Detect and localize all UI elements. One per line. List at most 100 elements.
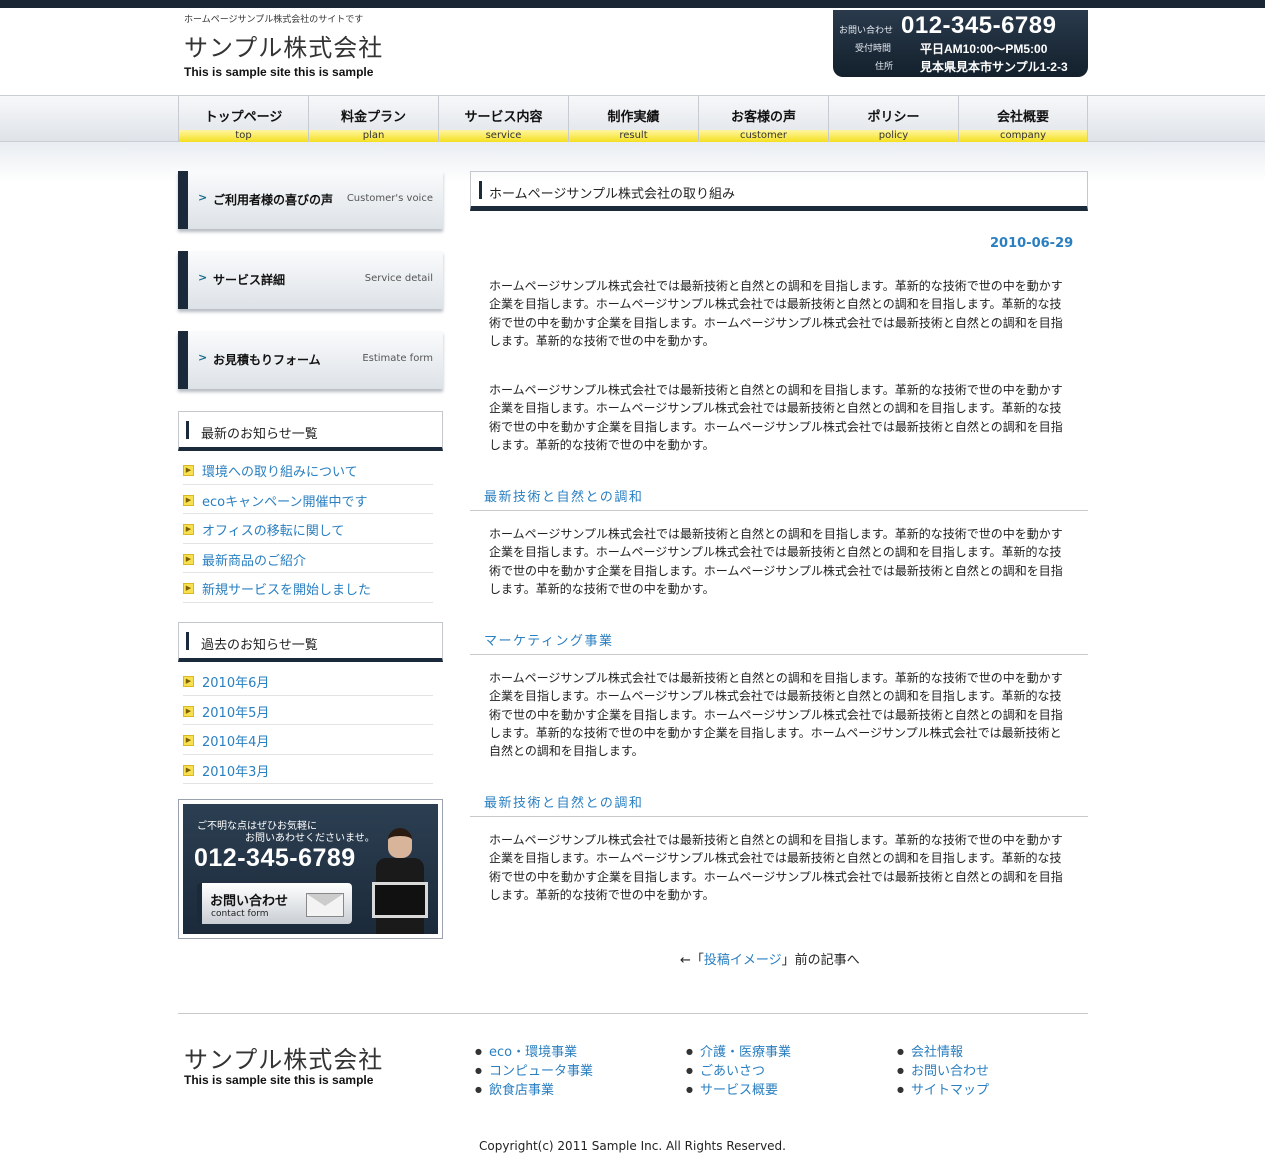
list-item-link[interactable]: 2010年6月 xyxy=(202,672,269,691)
contact-button-label: お問い合わせ xyxy=(210,894,289,909)
footer-logo-subtitle: This is sample site this is sample xyxy=(184,1073,374,1087)
header-contact-box: お問い合わせ 012-345-6789 受付時間 平日AM10:00〜PM5:0… xyxy=(833,10,1088,77)
arrow-bullet-icon: ▶ xyxy=(183,764,194,776)
nav-label: ポリシー xyxy=(867,110,920,125)
footer-links-col1: eco・環境事業 コンピュータ事業 飲食店事業 xyxy=(475,1041,593,1098)
list-item[interactable]: ▶ 2010年6月 xyxy=(183,666,433,696)
heading-bar xyxy=(479,181,482,199)
article-paragraph: ホームページサンプル株式会社では最新技術と自然との調和を目指します。革新的な技術… xyxy=(489,833,1063,902)
operator-photo xyxy=(370,828,430,934)
footer-links-col3: 会社情報 お問い合わせ サイトマップ xyxy=(897,1041,989,1098)
nav-item-service[interactable]: サービス内容 service xyxy=(438,96,568,142)
chevron-right-icon: > xyxy=(198,351,208,364)
sidebar-button-customer-voice[interactable]: > ご利用者様の喜びの声 Customer's voice xyxy=(178,171,443,229)
list-item[interactable]: ▶ 2010年4月 xyxy=(183,725,433,755)
list-item[interactable]: ▶ 新規サービスを開始しました xyxy=(183,573,433,603)
section-heading: 最新技術と自然との調和 xyxy=(470,481,1088,511)
arrow-bullet-icon: ▶ xyxy=(183,494,194,506)
nav-sublabel: top xyxy=(179,130,308,142)
contact-banner: ご不明な点はぜひお気軽に お問いあわせくださいませ。 012-345-6789 … xyxy=(178,799,443,939)
article-paragraph: ホームページサンプル株式会社では最新技術と自然との調和を目指します。革新的な技術… xyxy=(489,671,1063,759)
footer-link[interactable]: eco・環境事業 xyxy=(475,1041,593,1060)
article-paragraph: ホームページサンプル株式会社では最新技術と自然との調和を目指します。革新的な技術… xyxy=(489,383,1063,452)
latest-news-list: ▶ 環境への取り組みについて ▶ ecoキャンペーン開催中です ▶ オフィスの移転に関… xyxy=(183,455,433,603)
sidebar-button-label: お見積もりフォーム xyxy=(213,353,321,367)
list-item[interactable]: ▶ 2010年5月 xyxy=(183,696,433,725)
nav-label: 料金プラン xyxy=(340,110,406,125)
nav-sublabel: result xyxy=(569,130,698,142)
footer-link[interactable]: 介護・医療事業 xyxy=(686,1041,791,1060)
site-tagline: ホームページサンプル株式会社のサイトです xyxy=(184,15,364,25)
list-item-link[interactable]: 最新商品のご紹介 xyxy=(202,550,306,569)
nav-sublabel: service xyxy=(439,130,568,142)
list-item[interactable]: ▶ 環境への取り組みについて xyxy=(183,455,433,485)
global-nav: トップページ top 料金プラン plan サービス内容 service 制作実績 re… xyxy=(178,96,1088,142)
heading-bar xyxy=(186,632,189,650)
envelope-icon xyxy=(306,893,344,917)
nav-item-result[interactable]: 制作実績 result xyxy=(568,96,698,142)
list-item-link[interactable]: 新規サービスを開始しました xyxy=(202,579,371,598)
footer-link[interactable]: サービス概要 xyxy=(686,1079,791,1098)
arrow-bullet-icon: ▶ xyxy=(183,705,194,717)
footer-link[interactable]: お問い合わせ xyxy=(897,1060,989,1079)
list-item-link[interactable]: 2010年3月 xyxy=(202,761,269,780)
nav-sublabel: policy xyxy=(829,130,958,142)
sidebar-button-estimate-form[interactable]: > お見積もりフォーム Estimate form xyxy=(178,331,443,389)
list-item[interactable]: ▶ 最新商品のご紹介 xyxy=(183,544,433,573)
list-item[interactable]: ▶ オフィスの移転に関して xyxy=(183,514,433,544)
list-item[interactable]: ▶ ecoキャンペーン開催中です xyxy=(183,485,433,514)
contact-label: お問い合わせ xyxy=(839,26,894,36)
banner-phone: 012-345-6789 xyxy=(194,844,356,872)
arrow-bullet-icon: ▶ xyxy=(183,676,194,687)
article-paragraph: ホームページサンプル株式会社では最新技術と自然との調和を目指します。革新的な技術… xyxy=(489,527,1063,596)
arrow-bullet-icon: ▶ xyxy=(183,465,194,476)
past-news-title: 過去のお知らせ一覧 xyxy=(201,638,318,653)
nav-item-customer[interactable]: お客様の声 customer xyxy=(698,96,828,142)
banner-text-line2: お問いあわせくださいませ。 xyxy=(245,833,375,844)
list-item-link[interactable]: 環境への取り組みについて xyxy=(202,461,358,480)
chevron-right-icon: > xyxy=(198,271,208,284)
past-news-list: ▶ 2010年6月 ▶ 2010年5月 ▶ 2010年4月 ▶ 2010年3月 xyxy=(183,666,433,784)
footer-link[interactable]: ごあいさつ xyxy=(686,1060,791,1079)
chevron-right-icon: > xyxy=(198,191,208,204)
footer-link[interactable]: コンピュータ事業 xyxy=(475,1060,593,1079)
list-item-link[interactable]: オフィスの移転に関して xyxy=(202,520,344,539)
nav-item-plan[interactable]: 料金プラン plan xyxy=(308,96,438,142)
footer-link[interactable]: 会社情報 xyxy=(897,1041,989,1060)
contact-button-sublabel: contact form xyxy=(211,909,269,919)
article-title: ホームページサンプル株式会社の取り組み xyxy=(489,187,735,202)
header-phone: 012-345-6789 xyxy=(901,12,1057,39)
previous-article-nav: ←「投稿イメージ」前の記事へ xyxy=(680,949,860,968)
list-item-link[interactable]: ecoキャンペーン開催中です xyxy=(202,491,367,510)
latest-news-heading: 最新のお知らせ一覧 xyxy=(178,411,443,451)
sidebar-button-sublabel: Service detail xyxy=(364,273,433,284)
nav-item-top[interactable]: トップページ top xyxy=(178,96,308,142)
nav-sublabel: customer xyxy=(699,130,828,142)
nav-item-company[interactable]: 会社概要 company xyxy=(958,96,1088,142)
arrow-bullet-icon: ▶ xyxy=(183,553,194,565)
nav-item-policy[interactable]: ポリシー policy xyxy=(828,96,958,142)
previous-article-link[interactable]: 投稿イメージ xyxy=(704,953,782,968)
heading-bar xyxy=(186,421,189,439)
site-logo[interactable]: サンプル株式会社 xyxy=(184,28,383,63)
list-item-link[interactable]: 2010年5月 xyxy=(202,702,269,721)
footer-link[interactable]: サイトマップ xyxy=(897,1079,989,1098)
copyright: Copyright(c) 2011 Sample Inc. All Rights… xyxy=(479,1139,786,1153)
footer-link[interactable]: 飲食店事業 xyxy=(475,1079,593,1098)
footer-logo[interactable]: サンプル株式会社 xyxy=(184,1040,383,1075)
section-heading: 最新技術と自然との調和 xyxy=(470,787,1088,817)
sidebar-button-label: ご利用者様の喜びの声 xyxy=(213,193,334,207)
contact-form-button[interactable]: お問い合わせ contact form xyxy=(197,883,352,924)
sidebar-button-service-detail[interactable]: > サービス詳細 Service detail xyxy=(178,251,443,309)
past-news-heading: 過去のお知らせ一覧 xyxy=(178,622,443,662)
list-item[interactable]: ▶ 2010年3月 xyxy=(183,755,433,784)
footer-divider xyxy=(178,1013,1088,1014)
nav-sublabel: company xyxy=(959,130,1087,142)
latest-news-title: 最新のお知らせ一覧 xyxy=(201,427,318,442)
sidebar-button-label: サービス詳細 xyxy=(213,273,286,287)
nav-label: 制作実績 xyxy=(607,110,660,125)
section-heading: マーケティング事業 xyxy=(470,625,1088,655)
contact-banner-inner: ご不明な点はぜひお気軽に お問いあわせくださいませ。 012-345-6789 … xyxy=(183,804,438,934)
nav-label: お客様の声 xyxy=(730,110,796,125)
list-item-link[interactable]: 2010年4月 xyxy=(202,731,269,750)
